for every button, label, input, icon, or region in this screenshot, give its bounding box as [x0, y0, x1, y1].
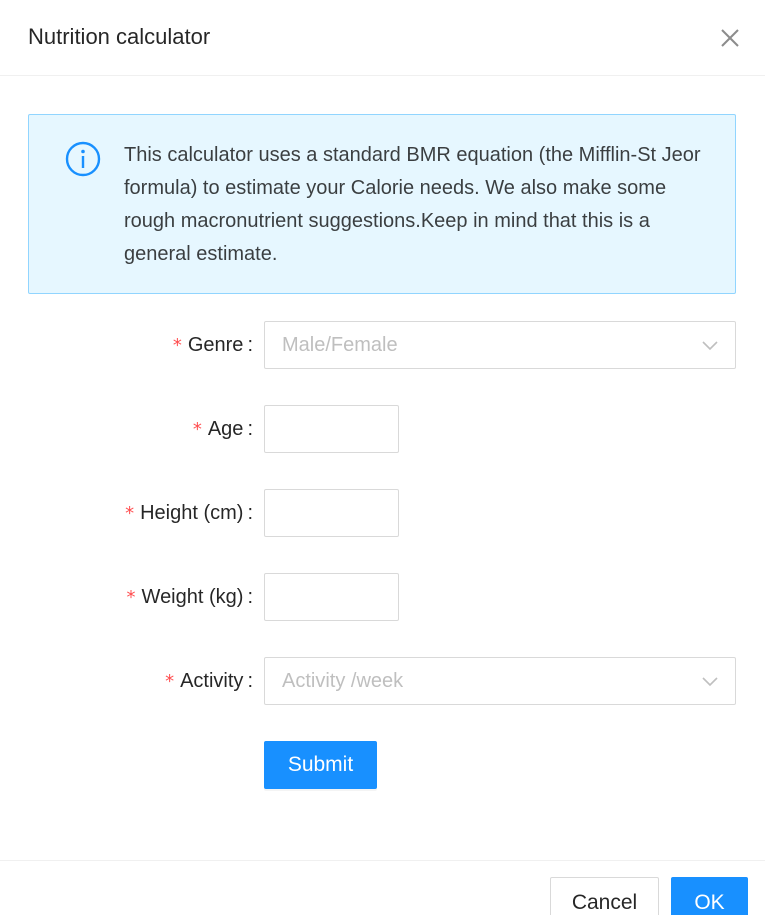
- height-label-text: Height (cm): [140, 502, 244, 524]
- form-row-genre: * Genre: Male/Female: [0, 321, 765, 369]
- chevron-down-icon: [702, 341, 718, 351]
- modal-footer: Cancel OK: [0, 860, 765, 915]
- age-label-text: Age: [207, 418, 244, 440]
- chevron-down-icon: [702, 677, 718, 687]
- weight-input[interactable]: [264, 573, 399, 621]
- form-row-height: * Height (cm):: [0, 489, 765, 537]
- required-mark: *: [192, 419, 202, 440]
- label-colon: :: [247, 502, 253, 524]
- genre-select-placeholder: Male/Female: [282, 334, 398, 356]
- genre-label-text: Genre: [187, 334, 244, 356]
- label-colon: :: [247, 418, 253, 440]
- form-row-activity: * Activity: Activity /week: [0, 657, 765, 705]
- info-alert: This calculator uses a standard BMR equa…: [28, 114, 736, 294]
- form-row-age: * Age:: [0, 405, 765, 453]
- ok-button[interactable]: OK: [671, 877, 748, 915]
- modal-header: Nutrition calculator: [0, 0, 765, 76]
- label-colon: :: [247, 670, 253, 692]
- height-input[interactable]: [264, 489, 399, 537]
- weight-label-text: Weight (kg): [141, 586, 244, 608]
- weight-label: * Weight (kg):: [127, 573, 253, 621]
- modal-title: Nutrition calculator: [28, 24, 211, 49]
- required-mark: *: [126, 587, 136, 608]
- age-label: * Age:: [193, 405, 253, 453]
- activity-label-text: Activity: [180, 670, 244, 692]
- age-input[interactable]: [264, 405, 399, 453]
- cancel-button[interactable]: Cancel: [550, 877, 659, 915]
- nutrition-calculator-modal: Nutrition calculator This calculator use…: [0, 0, 765, 915]
- submit-button[interactable]: Submit: [264, 741, 377, 789]
- height-label: * Height (cm):: [125, 489, 253, 537]
- alert-message: This calculator uses a standard BMR equa…: [124, 144, 701, 265]
- activity-select[interactable]: Activity /week: [264, 657, 736, 705]
- required-mark: *: [165, 671, 175, 692]
- close-icon: [721, 29, 739, 47]
- activity-label: * Activity:: [165, 657, 253, 705]
- close-button[interactable]: [716, 24, 744, 52]
- form-row-weight: * Weight (kg):: [0, 573, 765, 621]
- label-colon: :: [247, 334, 253, 356]
- required-mark: *: [125, 503, 135, 524]
- required-mark: *: [172, 335, 182, 356]
- activity-select-placeholder: Activity /week: [282, 670, 404, 692]
- genre-select[interactable]: Male/Female: [264, 321, 736, 369]
- label-colon: :: [247, 586, 253, 608]
- info-circle-icon: [65, 141, 101, 177]
- genre-label: * Genre:: [173, 321, 253, 369]
